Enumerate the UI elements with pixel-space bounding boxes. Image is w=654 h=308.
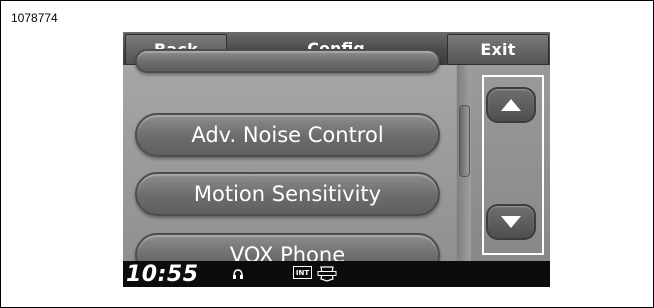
scrollbar-thumb[interactable]: [459, 105, 470, 177]
int-badge-icon: INT: [293, 266, 312, 279]
menu-item-adv-noise-control[interactable]: Adv. Noise Control: [135, 113, 440, 157]
scroll-up-button[interactable]: [486, 87, 536, 123]
clock-time: 10:55: [126, 262, 199, 287]
scrollbar[interactable]: [457, 65, 471, 261]
scroll-down-button[interactable]: [486, 204, 536, 240]
int-badge-label: INT: [295, 268, 310, 277]
menu-list: Adv. Noise Control Motion Sensitivity VO…: [123, 49, 456, 277]
triangle-up-icon: [501, 99, 521, 111]
headset-icon: [233, 269, 243, 279]
exit-button[interactable]: Exit: [447, 34, 549, 65]
brand-logo-icon: [317, 266, 337, 282]
list-item-partial[interactable]: [135, 49, 440, 73]
menu-item-motion-sensitivity[interactable]: Motion Sensitivity: [135, 172, 440, 216]
status-bar: 10:55 INT: [123, 261, 550, 287]
figure-id: 1078774: [11, 11, 58, 25]
config-screen: Back Config Exit Adv. Noise Control Moti…: [123, 32, 550, 287]
triangle-down-icon: [501, 216, 521, 228]
